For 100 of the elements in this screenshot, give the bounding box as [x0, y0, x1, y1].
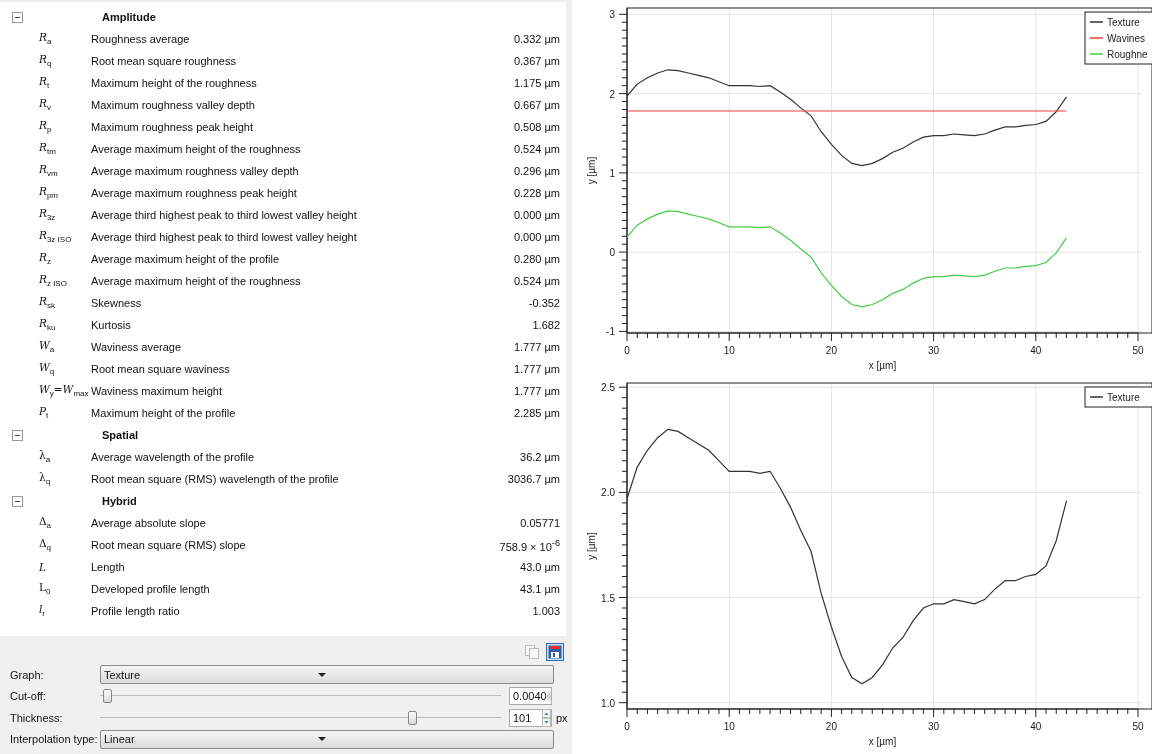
- parameter-value: 1.003: [532, 605, 561, 617]
- spinner-icon[interactable]: [542, 708, 551, 727]
- parameter-symbol: R$_{v}$: [39, 97, 52, 113]
- parameter-value: -0.352: [528, 297, 561, 309]
- y-tick-label: 1: [609, 167, 615, 179]
- x-tick-label: 40: [1030, 721, 1042, 732]
- parameter-value: 0.000 µm: [513, 231, 561, 243]
- parameter-symbol: R$_{z ISO}$: [39, 273, 68, 289]
- parameter-value: 2.285 µm: [513, 407, 561, 419]
- save-icon[interactable]: [546, 643, 564, 661]
- x-tick-label: 10: [723, 721, 735, 732]
- parameter-name: Average wavelength of the profile: [91, 451, 256, 463]
- collapse-icon[interactable]: [12, 11, 23, 23]
- control-label: Cut-off:: [10, 690, 47, 703]
- parameter-value: 1.777 µm: [513, 363, 561, 375]
- parameter-name: Maximum roughness peak height: [91, 121, 255, 133]
- parameter-name: Average absolute slope: [91, 517, 207, 529]
- parameter-symbol: W$_{a}$: [39, 339, 56, 355]
- parameter-value: 36.2 µm: [520, 451, 561, 463]
- x-tick-label: 0: [624, 345, 630, 356]
- x-tick-label: 20: [825, 345, 837, 356]
- y-tick-label: 2.5: [601, 382, 615, 394]
- y-tick-label: 0: [609, 247, 615, 259]
- y-tick-label: 1.0: [601, 697, 615, 709]
- parameter-value: 1.682: [532, 319, 561, 331]
- y-axis-title: y [µm]: [586, 156, 597, 185]
- x-axis-title: x [µm]: [868, 360, 897, 371]
- group-title: Amplitude: [102, 11, 156, 23]
- parameter-name: Maximum height of the roughness: [91, 77, 258, 89]
- parameter-value: 0.05771: [520, 517, 561, 529]
- parameter-name: Root mean square waviness: [91, 363, 231, 375]
- parameter-name: Maximum height of the profile: [91, 407, 237, 419]
- parameter-name: Length: [91, 561, 126, 573]
- parameter-symbol: R$_{p}$: [39, 119, 53, 135]
- slider-thumb[interactable]: [103, 689, 112, 704]
- parameter-symbol: R$_{3z}$: [39, 207, 57, 223]
- collapse-icon[interactable]: [12, 429, 23, 441]
- unit-label: px: [556, 711, 566, 724]
- control-label: Thickness:: [10, 711, 64, 724]
- x-axis-title: x [µm]: [868, 736, 897, 747]
- y-tick-label: -1: [606, 326, 615, 338]
- parameter-name: Average third highest peak to third lowest valley height: [91, 231, 358, 243]
- parameter-symbol: W$_{y}$=W$_{max}$: [39, 383, 90, 399]
- dropdown[interactable]: Linear: [100, 729, 554, 749]
- group-title: Hybrid: [102, 495, 137, 507]
- parameter-value: 0.524 µm: [513, 143, 561, 155]
- parameter-name: Average maximum height of the profile: [91, 253, 281, 265]
- parameter-symbol: R$_{vm}$: [39, 163, 59, 179]
- parameter-symbol: λ$_{q}$: [39, 471, 52, 487]
- parameter-name: Profile length ratio: [91, 605, 181, 617]
- parameter-value: 0.000 µm: [513, 209, 561, 221]
- x-tick-label: 10: [723, 345, 735, 356]
- x-tick-label: 50: [1132, 721, 1144, 732]
- x-tick-label: 30: [928, 345, 940, 356]
- parameter-symbol: R$_{ku}$: [39, 317, 57, 333]
- caret-icon: [318, 737, 326, 742]
- parameter-symbol: λ$_{a}$: [39, 449, 52, 465]
- collapse-icon[interactable]: [12, 495, 23, 507]
- parameter-value: 0.280 µm: [513, 253, 561, 265]
- x-tick-label: 20: [825, 721, 837, 732]
- parameter-name: Root mean square (RMS) wavelength of the profile: [91, 473, 340, 485]
- group-title: Spatial: [102, 429, 139, 441]
- parameter-symbol: R$_{pm}$: [39, 185, 60, 201]
- parameter-symbol: Δ$_{q}$: [39, 537, 53, 553]
- x-tick-label: 0: [624, 721, 630, 732]
- x-tick-label: 30: [928, 721, 940, 732]
- parameter-symbol: R$_{z}$: [39, 251, 52, 267]
- parameter-symbol: L: [39, 561, 47, 573]
- parameter-value: 758.9 × 10$^{-6}$: [499, 537, 561, 553]
- parameter-symbol: W$_{q}$: [39, 361, 56, 377]
- parameter-name: Average maximum height of the roughness: [91, 275, 302, 287]
- y-tick-label: 1.5: [601, 592, 615, 604]
- parameter-symbol: R$_{3z ISO}$: [39, 229, 73, 245]
- parameter-symbol: P$_{t}$: [39, 405, 50, 421]
- parameter-symbol: R$_{q}$: [39, 53, 53, 69]
- parameter-symbol: Δ$_{a}$: [39, 515, 53, 531]
- parameter-name: Average third highest peak to third lowest valley height: [91, 209, 358, 221]
- y-tick-label: 2: [609, 88, 615, 100]
- parameter-name: Average maximum roughness valley depth: [91, 165, 300, 177]
- number-field[interactable]: 0.0040: [509, 687, 552, 706]
- parameter-symbol: R$_{t}$: [39, 75, 51, 91]
- parameter-value: 3036.7 µm: [507, 473, 561, 485]
- control-label: Interpolation type:: [10, 733, 99, 746]
- number-field[interactable]: 101: [509, 708, 552, 727]
- legend-label: Texture: [1107, 392, 1140, 403]
- parameter-value: 1.777 µm: [513, 385, 561, 397]
- parameter-name: Average maximum roughness peak height: [91, 187, 298, 199]
- dropdown[interactable]: Texture: [100, 665, 554, 685]
- parameter-value: 0.332 µm: [513, 33, 561, 45]
- y-tick-label: 2.0: [601, 487, 615, 499]
- caret-icon: [318, 672, 326, 677]
- parameter-name: Root mean square (RMS) slope: [91, 539, 247, 551]
- parameter-value: 43.0 µm: [520, 561, 561, 573]
- parameter-name: Developed profile length: [91, 583, 211, 595]
- y-tick-label: 3: [609, 9, 615, 21]
- parameter-symbol: R$_{a}$: [39, 31, 53, 47]
- parameter-value: 0.296 µm: [513, 165, 561, 177]
- slider-thumb[interactable]: [407, 710, 417, 725]
- x-tick-label: 50: [1132, 345, 1144, 356]
- legend-label: Texture: [1107, 17, 1140, 28]
